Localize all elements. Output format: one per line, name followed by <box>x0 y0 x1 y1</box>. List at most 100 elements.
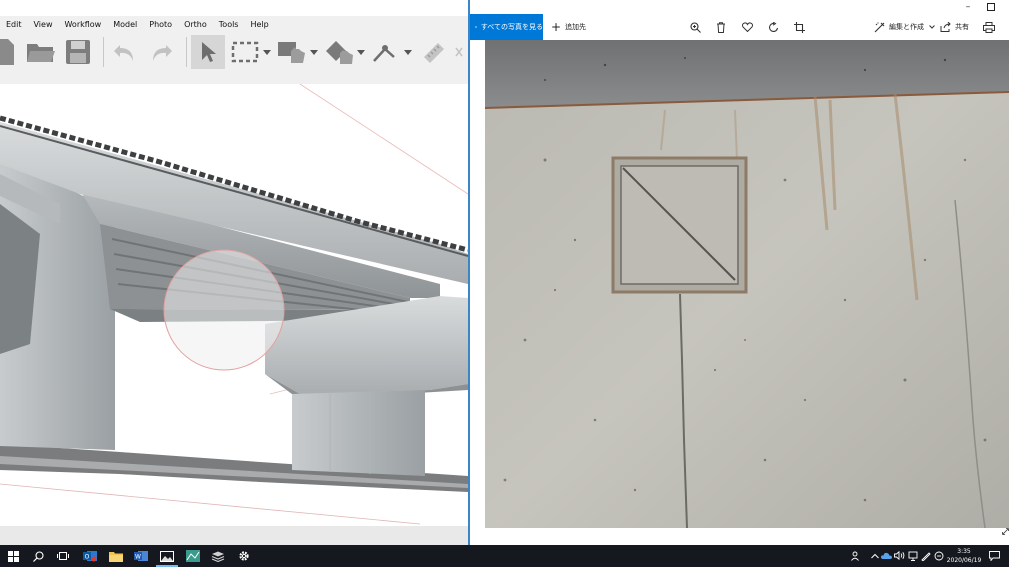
menu-view[interactable]: View <box>34 20 53 29</box>
settings-taskbar-button[interactable] <box>236 548 252 564</box>
rotate-dropdown[interactable] <box>356 35 366 69</box>
selection-dropdown[interactable] <box>262 35 272 69</box>
svg-text:W: W <box>135 554 141 561</box>
volume-icon[interactable] <box>894 550 905 561</box>
print-button[interactable] <box>980 18 998 36</box>
word-icon: W <box>134 551 148 561</box>
model-viewport[interactable] <box>0 84 468 526</box>
left-status-bar <box>0 526 468 545</box>
search-icon <box>32 550 44 562</box>
taskbar-clock[interactable]: 3:35 2020/06/19 <box>944 547 984 565</box>
main-toolbar <box>0 32 468 72</box>
network-icon[interactable] <box>907 550 918 561</box>
menu-help[interactable]: Help <box>250 20 268 29</box>
photos-titlebar[interactable]: – <box>470 0 1009 14</box>
move-object-button[interactable] <box>276 35 309 69</box>
start-button[interactable] <box>5 548 21 564</box>
left-window-titlebar[interactable] <box>0 0 468 16</box>
task-view-icon <box>57 552 69 560</box>
folder-open-icon <box>26 44 55 62</box>
see-all-photos-button[interactable]: すべての写真を見る <box>470 14 543 40</box>
delete-button[interactable] <box>712 18 730 36</box>
search-button[interactable] <box>30 548 46 564</box>
crop-button[interactable] <box>790 18 808 36</box>
save-button[interactable] <box>61 35 94 69</box>
printer-icon <box>983 21 995 33</box>
windows-logo-icon <box>7 550 19 562</box>
cloud-app-taskbar-button[interactable] <box>210 548 226 564</box>
gear-icon <box>239 551 249 561</box>
redo-button[interactable] <box>145 35 178 69</box>
redo-icon <box>152 45 172 61</box>
rectangle-select-icon <box>231 41 259 63</box>
measure-tool-button[interactable] <box>417 35 450 69</box>
edit-and-create-button[interactable]: 編集と作成 <box>874 18 935 36</box>
see-all-photos-label: すべての写真を見る <box>480 23 543 31</box>
3d-scan-app-icon <box>186 550 200 562</box>
ruler-dropdown[interactable] <box>403 35 413 69</box>
rotate-icon <box>768 21 778 32</box>
cursor-arrow-icon <box>201 42 216 62</box>
add-to-button[interactable]: + 追加先 <box>551 21 586 33</box>
share-label: 共有 <box>955 23 969 31</box>
chevron-down-icon <box>356 49 365 55</box>
share-icon <box>940 22 951 32</box>
maximize-icon <box>987 3 995 11</box>
navigation-tool-button[interactable] <box>191 35 225 69</box>
rotate-object-button[interactable] <box>323 35 356 69</box>
word-taskbar-button[interactable]: W <box>133 548 149 564</box>
ruler-tool-button[interactable] <box>370 35 403 69</box>
photos-taskbar-button[interactable] <box>156 548 178 567</box>
people-icon[interactable] <box>850 550 861 561</box>
3d-scan-app-taskbar-button[interactable] <box>185 548 201 564</box>
measure-tape-icon <box>423 43 444 63</box>
menu-workflow[interactable]: Workflow <box>64 20 101 29</box>
menu-model[interactable]: Model <box>113 20 137 29</box>
zoom-button[interactable] <box>686 18 704 36</box>
tray-overflow-chevron-icon[interactable] <box>869 550 880 561</box>
zoom-in-icon <box>689 21 701 33</box>
favorite-button[interactable] <box>738 18 756 36</box>
new-document-button[interactable] <box>0 35 14 69</box>
minimize-button[interactable]: – <box>958 0 978 14</box>
pen-workspace-icon[interactable] <box>920 550 931 561</box>
edit-and-create-label: 編集と作成 <box>889 23 924 31</box>
desktop: Edit View Workflow Model Photo Ortho Too… <box>0 0 1009 567</box>
undo-icon <box>114 45 134 61</box>
concrete-surface-photo <box>485 40 1009 528</box>
windows-taskbar: O W 3:35 2020/06/19 <box>0 545 1009 567</box>
close-icon <box>455 47 463 57</box>
ime-indicator-icon[interactable] <box>933 550 944 561</box>
file-explorer-taskbar-button[interactable] <box>108 548 124 564</box>
clock-time: 3:35 <box>957 548 971 555</box>
menu-tools[interactable]: Tools <box>219 20 239 29</box>
close-tool-button[interactable] <box>454 35 464 69</box>
resize-grip-icon[interactable] <box>1002 528 1009 535</box>
menu-bar: Edit View Workflow Model Photo Ortho Too… <box>0 16 468 32</box>
ruler-icon <box>372 45 395 62</box>
onedrive-cloud-icon[interactable] <box>881 550 892 561</box>
open-button[interactable] <box>24 35 57 69</box>
move-dropdown[interactable] <box>309 35 319 69</box>
undo-button[interactable] <box>108 35 141 69</box>
menu-edit[interactable]: Edit <box>6 20 22 29</box>
outlook-taskbar-button[interactable]: O <box>82 548 98 564</box>
rotate-button[interactable] <box>764 18 782 36</box>
action-center-icon[interactable] <box>989 550 1000 561</box>
menu-ortho[interactable]: Ortho <box>184 20 207 29</box>
svg-text:O: O <box>85 554 90 561</box>
edit-wand-icon <box>874 22 885 32</box>
menu-photo[interactable]: Photo <box>149 20 172 29</box>
task-view-button[interactable] <box>55 548 71 564</box>
crop-icon <box>793 21 805 33</box>
maximize-button[interactable] <box>981 0 1001 14</box>
outlook-icon: O <box>83 551 97 562</box>
share-button[interactable]: 共有 <box>940 18 969 36</box>
photo-viewer-canvas[interactable] <box>485 40 1009 528</box>
photos-icon <box>160 550 174 562</box>
rectangle-selection-button[interactable] <box>229 35 262 69</box>
chevron-down-icon <box>929 25 935 29</box>
toolbar-separator <box>102 37 104 67</box>
clock-date: 2020/06/19 <box>946 557 982 564</box>
stack-app-icon <box>211 551 225 562</box>
